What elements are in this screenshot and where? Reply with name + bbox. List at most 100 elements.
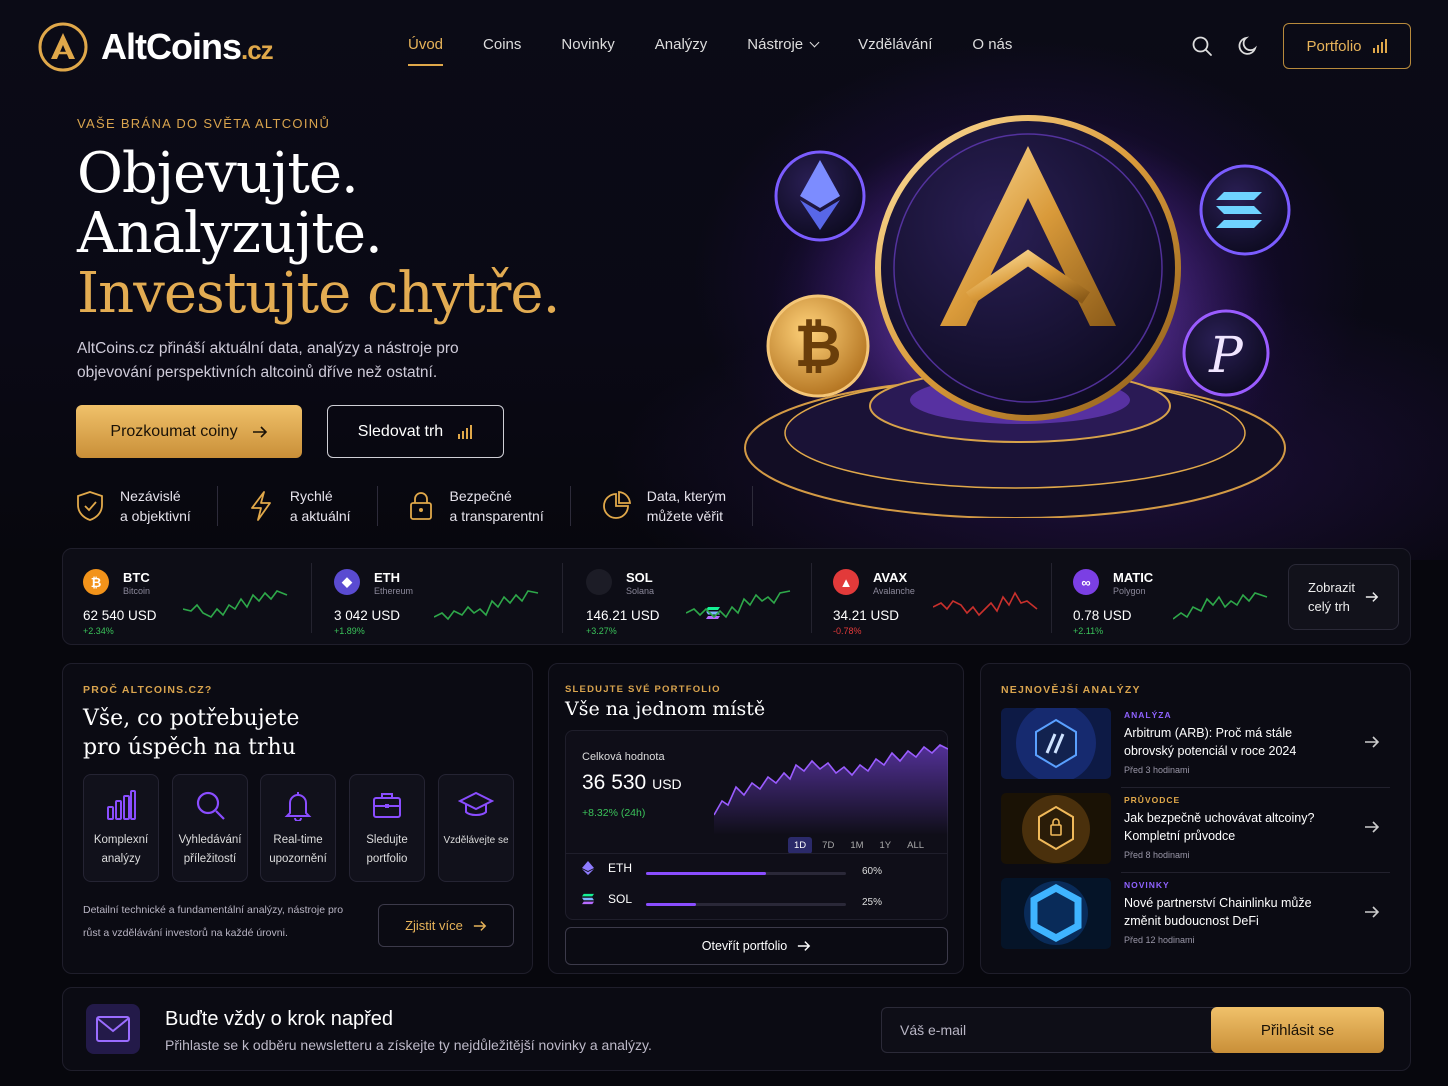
learn-more-label: Zjistit více	[405, 918, 463, 933]
nav-item-analyzy[interactable]: Analýzy	[655, 36, 708, 66]
tile-opportunities[interactable]: Vyhledávání příležitostí	[172, 774, 248, 882]
nav-item-uvod[interactable]: Úvod	[408, 36, 444, 66]
search-icon	[196, 791, 225, 820]
tile-portfolio[interactable]: Sledujte portfolio	[349, 774, 425, 882]
arrow-right-icon	[798, 941, 811, 951]
solana-icon	[586, 569, 720, 619]
coin-price: 146.21 USD	[586, 608, 660, 623]
holding-eth-bar	[646, 872, 846, 875]
range-7d[interactable]: 7D	[816, 837, 840, 854]
why-title: Vše, co potřebujete pro úspěch na trhu	[83, 704, 299, 762]
view-all-market-button[interactable]: Zobrazit celý trh	[1288, 564, 1399, 630]
portfolio-button[interactable]: Portfolio	[1283, 23, 1411, 69]
range-1y[interactable]: 1Y	[874, 837, 898, 854]
nav-item-nastroje-label: Nástroje	[747, 36, 804, 53]
polygon-icon: ∞	[1073, 569, 1099, 595]
news-item[interactable]: NOVINKY Nové partnerství Chainlinku může…	[1001, 878, 1390, 950]
tile-education[interactable]: Vzdělávejte se	[438, 774, 514, 882]
news-time: Před 8 hodinami	[1124, 850, 1190, 860]
open-portfolio-button[interactable]: Otevřít portfolio	[565, 927, 948, 965]
nav-item-o-nas[interactable]: O nás	[972, 36, 1012, 66]
feature-secure: Bezpečné a transparentní	[408, 486, 571, 526]
range-1d[interactable]: 1D	[788, 837, 813, 854]
ticker-item-matic[interactable]: ∞ MATIC Polygon 0.78 USD +2.11%	[1053, 549, 1283, 646]
news-item[interactable]: ANALÝZA Arbitrum (ARB): Proč má stále ob…	[1001, 708, 1390, 780]
tile-analyses[interactable]: Komplexní analýzy	[83, 774, 159, 882]
view-all-market-l1: Zobrazit	[1308, 580, 1355, 595]
lock-icon	[409, 492, 432, 520]
tile-label: Vyhledávání	[178, 834, 242, 846]
mail-icon	[86, 1004, 140, 1054]
portfolio-summary: Celková hodnota 36 530 USD +8.32% (24h) …	[565, 730, 948, 920]
coin-name: Avalanche	[873, 586, 915, 596]
news-eyebrow: NEJNOVĚJŠÍ ANALÝZY	[1001, 684, 1141, 696]
coin-symbol: SOL	[626, 570, 653, 585]
hero-line-3: Investujte chytře.	[77, 261, 560, 326]
ethereum-icon: ◆	[334, 569, 360, 595]
watch-market-button[interactable]: Sledovat trh	[327, 405, 504, 458]
search-icon[interactable]	[1190, 34, 1214, 58]
learn-more-button[interactable]: Zjistit více	[378, 904, 514, 947]
brand-logo[interactable]: AltCoins.cz	[37, 21, 274, 73]
coin-price: 0.78 USD	[1073, 608, 1132, 623]
holding-symbol: ETH	[608, 861, 632, 875]
range-all[interactable]: ALL	[901, 837, 930, 854]
nav-item-vzdelavani[interactable]: Vzdělávání	[858, 36, 932, 66]
ticker-item-eth[interactable]: ◆ ETH Ethereum 3 042 USD +1.89%	[314, 549, 559, 646]
coin-name: Solana	[626, 586, 655, 596]
coin-change: +1.89%	[334, 626, 365, 636]
range-1m[interactable]: 1M	[844, 837, 869, 854]
coin-name: Polygon	[1113, 586, 1146, 596]
holding-eth[interactable]: ETH	[582, 861, 632, 875]
main-nav: Úvod Coins Novinky Analýzy Nástroje Vzdě…	[408, 36, 1012, 66]
arrow-right-icon	[1365, 736, 1380, 748]
hero-eyebrow: VAŠE BRÁNA DO SVĚTA ALTCOINŮ	[77, 116, 331, 131]
avalanche-icon: ▲	[833, 569, 859, 595]
nav-item-coins[interactable]: Coins	[483, 36, 521, 66]
coin-price: 34.21 USD	[833, 608, 900, 623]
coin-symbol: BTC	[123, 570, 150, 585]
tile-alerts[interactable]: Real-time upozornění	[260, 774, 336, 882]
holding-eth-bar-fill	[646, 872, 766, 875]
feature-secure-l1: Bezpečné	[449, 488, 512, 504]
nav-item-nastroje[interactable]: Nástroje	[747, 36, 820, 66]
tile-label: Real-time	[273, 834, 323, 846]
news-item[interactable]: PRŮVODCE Jak bezpečně uchovávat altcoiny…	[1001, 793, 1390, 865]
coin-price: 62 540 USD	[83, 608, 157, 623]
hero-line-1: Objevujte.	[77, 141, 359, 206]
holding-sol-bar	[646, 903, 846, 906]
ticker-item-btc[interactable]: ₿ BTC Bitcoin 62 540 USD +2.34%	[63, 549, 308, 646]
coin-name: Ethereum	[374, 586, 414, 596]
news-time: Před 12 hodinami	[1124, 935, 1195, 945]
holding-sol[interactable]: SOL	[582, 892, 632, 906]
ticker-item-avax[interactable]: ▲ AVAX Avalanche 34.21 USD -0.78%	[813, 549, 1058, 646]
why-eyebrow: PROČ ALTCOINS.CZ?	[83, 684, 213, 696]
coin-change: +2.34%	[83, 626, 114, 636]
feature-fast-l2: a aktuální	[289, 508, 351, 524]
chevron-down-icon	[809, 37, 820, 48]
range-selector: 1D 7D 1M 1Y ALL	[788, 837, 930, 854]
tile-label: příležitostí	[183, 853, 237, 865]
coin-change: +3.27%	[586, 626, 617, 636]
moon-icon[interactable]	[1236, 34, 1260, 58]
email-field[interactable]	[881, 1007, 1217, 1053]
ticker-item-sol[interactable]: SOL Solana 146.21 USD +3.27%	[566, 549, 811, 646]
logo-icon	[38, 22, 88, 72]
nav-item-novinky[interactable]: Novinky	[561, 36, 614, 66]
news-title: Nové partnerství Chainlinku může změnit …	[1124, 896, 1312, 928]
tile-label: analýzy	[101, 853, 141, 865]
feature-trusted-l2: můžete věřit	[646, 508, 723, 524]
portfolio-eyebrow: SLEDUJTE SVÉ PORTFOLIO	[565, 684, 721, 695]
coin-change: -0.78%	[833, 626, 862, 636]
feature-secure-l2: a transparentní	[449, 508, 544, 524]
why-title-line-1: Vše, co potřebujete	[83, 706, 300, 731]
market-ticker: ₿ BTC Bitcoin 62 540 USD +2.34% ◆ ETH Et…	[62, 548, 1411, 645]
shield-check-icon	[77, 491, 103, 521]
portfolio-card: SLEDUJTE SVÉ PORTFOLIO Vše na jednom mís…	[548, 663, 964, 974]
holding-symbol: SOL	[608, 892, 633, 906]
chainlink-thumbnail	[1001, 878, 1111, 949]
coin-symbol: AVAX	[873, 570, 908, 585]
explore-coins-button[interactable]: Prozkoumat coiny	[76, 405, 302, 458]
hero-line-2: Analyzujte.	[77, 201, 383, 266]
subscribe-button[interactable]: Přihlásit se	[1211, 1007, 1384, 1053]
